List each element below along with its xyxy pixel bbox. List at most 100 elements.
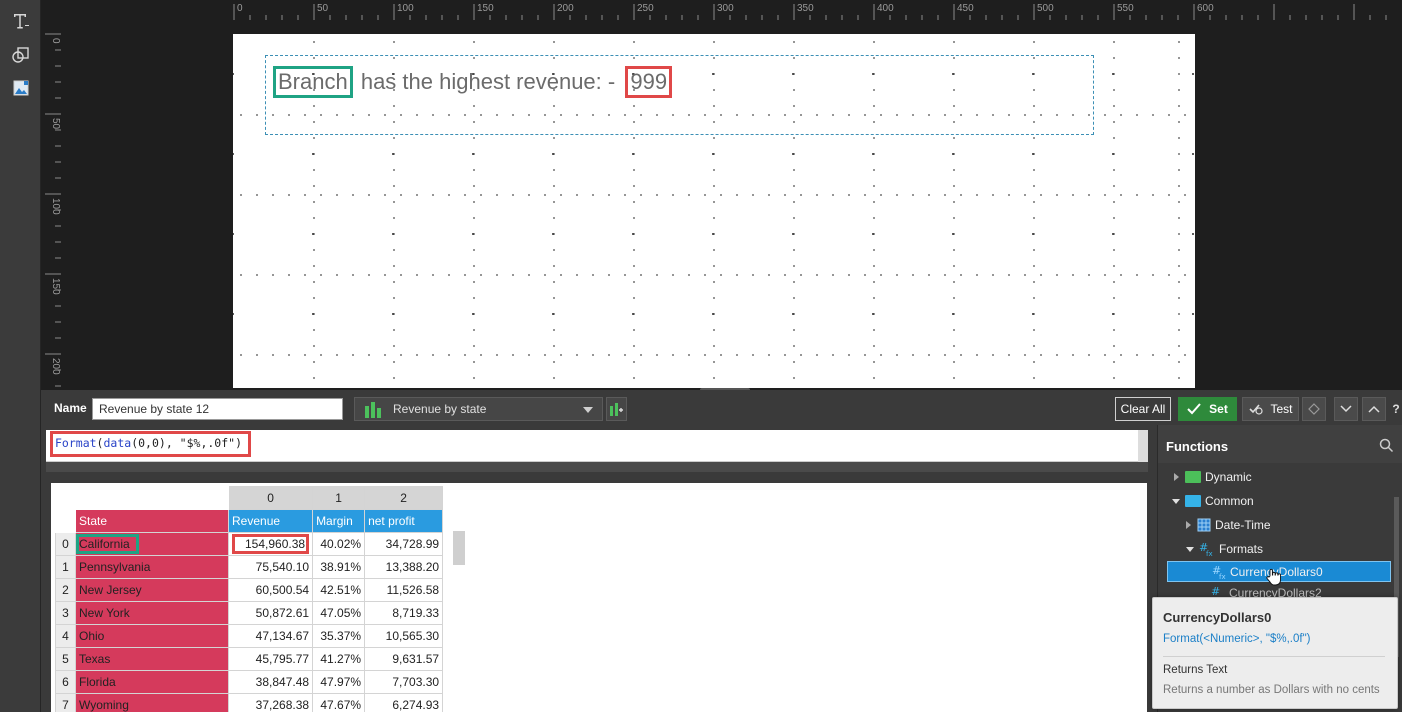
column-index-2[interactable]: 2	[364, 486, 444, 510]
revenue-cell[interactable]: 37,268.38	[227, 693, 314, 712]
state-cell[interactable]: Pennsylvania	[75, 555, 229, 579]
diamond-button[interactable]	[1302, 397, 1326, 421]
chevron-right-icon	[1186, 521, 1191, 529]
clear-all-button[interactable]: Clear All	[1115, 397, 1171, 421]
headline-text[interactable]: Branch has the highest revenue: - 999	[273, 66, 673, 98]
state-field-header[interactable]: State	[75, 509, 229, 533]
revenue-cell-highlight[interactable]: 154,960.38	[232, 534, 310, 554]
bar-chart-icon	[365, 402, 381, 418]
formula-function-name: Format	[55, 436, 97, 450]
grid-scrollbar[interactable]	[453, 531, 465, 565]
tree-item-dynamic[interactable]: Dynamic	[1174, 467, 1252, 487]
collapse-down-button[interactable]	[1334, 397, 1358, 421]
ruler-label: 250	[637, 3, 654, 14]
row-index[interactable]: 5	[55, 647, 76, 671]
chevron-right-icon	[1174, 473, 1179, 481]
field-header-row: State Revenue Margin net profit	[55, 509, 444, 533]
formula-input[interactable]: Format(data(0,0), "$%,.0f")	[46, 430, 1138, 462]
revenue-cell[interactable]: 75,540.10	[227, 555, 314, 579]
ruler-label: 200	[50, 358, 61, 375]
state-cell[interactable]: Wyoming	[75, 693, 229, 712]
margin-cell[interactable]: 35.37%	[312, 624, 366, 648]
tree-item-common[interactable]: Common	[1172, 491, 1254, 511]
state-cell[interactable]: Texas	[75, 647, 229, 671]
revenue-cell[interactable]: 45,795.77	[227, 647, 314, 671]
margin-cell[interactable]: 42.51%	[312, 578, 366, 602]
row-index[interactable]: 2	[55, 578, 76, 602]
ruler-label: 150	[50, 278, 61, 295]
ruler-left: 0 50 100 150 200	[45, 33, 61, 387]
green-folder-icon	[1185, 471, 1201, 483]
state-cell[interactable]: New Jersey	[75, 578, 229, 602]
column-index-0[interactable]: 0	[227, 486, 314, 510]
net-profit-field-header[interactable]: net profit	[364, 509, 444, 533]
margin-cell[interactable]: 40.02%	[312, 532, 366, 556]
net-profit-cell[interactable]: 10,565.30	[364, 624, 444, 648]
set-button[interactable]: Set	[1178, 397, 1237, 421]
ruler-label: 100	[397, 3, 414, 14]
table-row: 4 Ohio 47,134.67 35.37% 10,565.30	[55, 624, 444, 648]
test-button[interactable]: Test	[1242, 397, 1299, 421]
text-tool-icon[interactable]	[10, 10, 32, 32]
state-cell[interactable]: New York	[75, 601, 229, 625]
ruler-label: 400	[877, 3, 894, 14]
revenue-cell[interactable]: 47,134.67	[227, 624, 314, 648]
margin-cell[interactable]: 47.05%	[312, 601, 366, 625]
row-index[interactable]: 6	[55, 670, 76, 694]
data-grid-panel: 0 1 2 State Revenue Margin net profit 0 …	[51, 483, 1147, 712]
margin-cell[interactable]: 47.97%	[312, 670, 366, 694]
tooltip-description: Returns a number as Dollars with no cent…	[1163, 684, 1380, 696]
tree-item-date-time[interactable]: Date-Time	[1186, 515, 1271, 535]
state-cell[interactable]: Ohio	[75, 624, 229, 648]
revenue-field-header[interactable]: Revenue	[227, 509, 314, 533]
net-profit-cell[interactable]: 9,631.57	[364, 647, 444, 671]
revenue-cell[interactable]: 38,847.48	[227, 670, 314, 694]
image-tool-icon[interactable]	[10, 77, 32, 99]
margin-cell[interactable]: 38.91%	[312, 555, 366, 579]
name-input[interactable]	[92, 398, 343, 420]
search-icon[interactable]	[1378, 437, 1394, 453]
row-index[interactable]: 3	[55, 601, 76, 625]
query-chart-button[interactable]	[606, 397, 627, 421]
left-toolbar	[0, 0, 41, 712]
chevron-down-icon	[1340, 405, 1352, 413]
net-profit-cell[interactable]: 7,703.30	[364, 670, 444, 694]
query-dropdown[interactable]: Revenue by state	[354, 397, 603, 421]
ruler-label: 0	[237, 3, 243, 14]
margin-cell[interactable]: 41.27%	[312, 647, 366, 671]
net-profit-cell[interactable]: 13,388.20	[364, 555, 444, 579]
row-index[interactable]: 4	[55, 624, 76, 648]
net-profit-cell[interactable]: 6,274.93	[364, 693, 444, 712]
row-index[interactable]: 1	[55, 555, 76, 579]
formula-expression[interactable]: Format(data(0,0), "$%,.0f")	[50, 431, 251, 457]
column-index-row: 0 1 2	[55, 486, 444, 510]
net-profit-cell[interactable]: 8,719.33	[364, 601, 444, 625]
table-row: 2 New Jersey 60,500.54 42.51% 11,526.58	[55, 578, 444, 602]
help-button[interactable]: ?	[1390, 397, 1402, 421]
diamond-icon	[1308, 403, 1320, 415]
column-index-1[interactable]: 1	[312, 486, 366, 510]
state-cell-highlight[interactable]: California	[76, 534, 139, 554]
margin-cell[interactable]: 47.67%	[312, 693, 366, 712]
state-cell[interactable]: California	[75, 532, 229, 556]
row-index[interactable]: 0	[55, 532, 76, 556]
shape-tool-icon[interactable]	[10, 44, 32, 66]
revenue-cell[interactable]: 60,500.54	[227, 578, 314, 602]
revenue-cell[interactable]: 154,960.38	[227, 532, 314, 556]
net-profit-cell[interactable]: 11,526.58	[364, 578, 444, 602]
query-chart-icon	[610, 402, 623, 416]
chevron-down-icon	[1186, 546, 1194, 552]
formula-scrollbar[interactable]	[1138, 430, 1148, 462]
net-profit-cell[interactable]: 34,728.99	[364, 532, 444, 556]
revenue-cell[interactable]: 50,872.61	[227, 601, 314, 625]
row-index[interactable]: 7	[55, 693, 76, 712]
state-cell[interactable]: Florida	[75, 670, 229, 694]
ruler-label: 450	[957, 3, 974, 14]
tree-item-formats[interactable]: # fx Formats	[1186, 539, 1263, 559]
branch-token[interactable]: Branch	[273, 66, 353, 98]
margin-field-header[interactable]: Margin	[312, 509, 366, 533]
set-button-label: Set	[1209, 402, 1228, 416]
value-token[interactable]: 999	[625, 66, 673, 98]
collapse-up-button[interactable]	[1362, 397, 1386, 421]
report-page[interactable]: Branch has the highest revenue: - 999	[233, 34, 1195, 388]
